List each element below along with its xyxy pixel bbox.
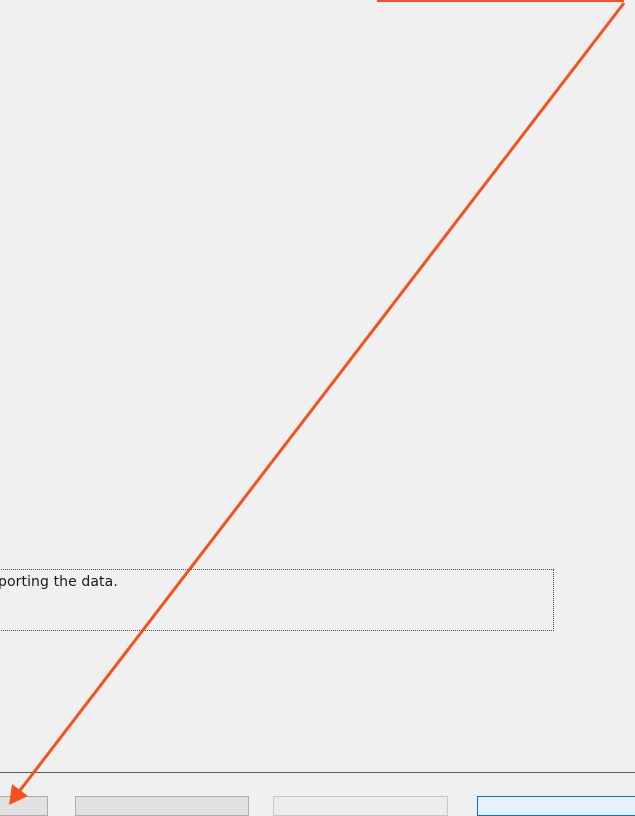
info-message-text: nporting the data.: [0, 574, 118, 590]
wizard-button-bar: [0, 772, 635, 816]
partial-left-button[interactable]: [0, 796, 48, 816]
info-message-box: nporting the data.: [0, 569, 554, 631]
finish-button[interactable]: [477, 796, 635, 816]
next-button[interactable]: [273, 796, 448, 816]
wizard-page-body: nporting the data.: [0, 0, 635, 772]
back-button[interactable]: [75, 796, 249, 816]
